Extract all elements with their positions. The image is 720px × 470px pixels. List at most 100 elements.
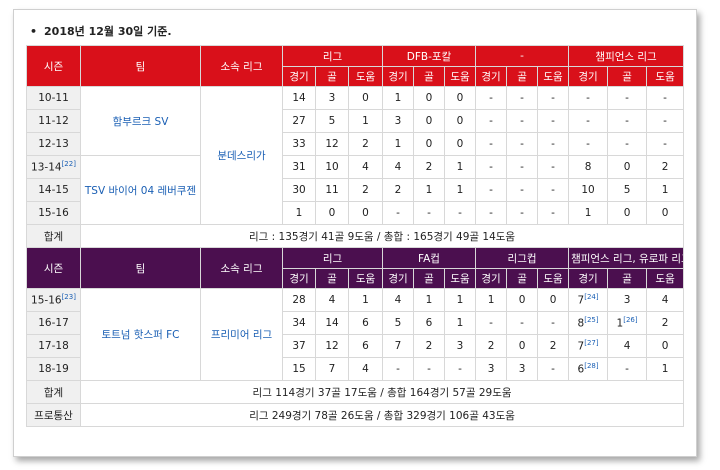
season-cell: 17-18 <box>26 334 81 358</box>
stat-cell: 1 <box>443 178 477 202</box>
col-subheader: 경기 <box>282 268 316 289</box>
stat-cell: 0 <box>646 201 685 225</box>
stat-cell: 3 <box>315 86 349 110</box>
stat-cell: 2 <box>413 155 445 179</box>
stat-cell: 6 <box>348 311 383 335</box>
stat-cell: 2 <box>475 334 508 358</box>
stat-cell: - <box>537 86 570 110</box>
stat-cell: 1 <box>282 201 316 225</box>
team-link[interactable]: 토트넘 핫스퍼 FC <box>80 288 201 381</box>
stat-cell: 0 <box>315 201 349 225</box>
stat-cell: 4 <box>315 288 349 312</box>
header-row: 시즌 팀 소속 리그 리그 DFB-포칼 - 챔피언스 리그 <box>26 45 685 87</box>
season-cell: 14-15 <box>26 178 81 202</box>
stat-cell: 4 <box>607 334 648 358</box>
stat-cell: 37 <box>282 334 316 358</box>
stat-cell: - <box>382 357 414 381</box>
col-subheader: 도움 <box>646 268 685 289</box>
col-subheader: 골 <box>413 268 445 289</box>
season-cell: 15-16[23] <box>26 288 81 312</box>
stat-cell: 5 <box>607 178 648 202</box>
stat-cell: 0 <box>413 132 445 156</box>
reference-link[interactable]: [23] <box>62 293 76 301</box>
stat-cell: 11 <box>315 178 349 202</box>
col-subheader: 골 <box>506 268 539 289</box>
stat-cell: 3 <box>475 357 508 381</box>
stat-cell: 2 <box>646 311 685 335</box>
reference-date-note: 2018년 12월 30일 기준. <box>30 23 172 39</box>
team-link[interactable]: TSV 바이어 04 레버쿠젠 <box>80 155 201 225</box>
col-header-season: 시즌 <box>26 45 81 87</box>
reference-link[interactable]: [25] <box>584 316 598 324</box>
reference-link[interactable]: [28] <box>584 362 598 370</box>
stat-cell: - <box>506 86 539 110</box>
stat-cell: 10 <box>315 155 349 179</box>
career-summary: 리그 249경기 78골 26도움 / 총합 329경기 106골 43도움 <box>79 403 685 427</box>
col-subheader: 도움 <box>646 66 685 87</box>
stat-cell: 2 <box>413 334 445 358</box>
stat-cell: 2 <box>348 132 383 156</box>
stat-cell: 0 <box>506 288 539 312</box>
league-link[interactable]: 분데스리가 <box>200 86 283 225</box>
stat-cell: 0 <box>506 334 539 358</box>
stat-cell: 0 <box>646 334 685 358</box>
reference-link[interactable]: [27] <box>584 339 598 347</box>
col-group-header: 리그 <box>282 45 383 67</box>
total-label: 합계 <box>26 380 81 404</box>
stat-cell: 0 <box>607 155 648 179</box>
stat-cell: - <box>607 86 648 110</box>
reference-link[interactable]: [26] <box>623 316 637 324</box>
team-link[interactable]: 함부르크 SV <box>80 86 201 156</box>
stat-cell: - <box>568 132 609 156</box>
stat-cell: - <box>443 357 477 381</box>
stat-cell: 0 <box>607 201 648 225</box>
col-subheader: 골 <box>315 66 349 87</box>
reference-link[interactable]: [24] <box>584 293 598 301</box>
stat-cell: 6 <box>413 311 445 335</box>
stat-cell: 12 <box>315 334 349 358</box>
col-header-season: 시즌 <box>26 247 81 289</box>
stat-cell: 5 <box>382 311 414 335</box>
col-subheader: 도움 <box>348 268 383 289</box>
table-row: 15-16[23] 토트넘 핫스퍼 FC 프리미어 리그 28 4 1 4 1 1 1 0 0 7[24… <box>26 288 685 381</box>
stat-cell: 1 <box>443 155 477 179</box>
stat-cell: 4 <box>348 357 383 381</box>
stat-cell: 1 <box>646 178 685 202</box>
stat-cell: - <box>475 311 508 335</box>
stat-cell: 3 <box>506 357 539 381</box>
col-group-header: FA컵 <box>381 247 477 269</box>
stat-cell: - <box>607 109 648 133</box>
stat-cell: - <box>646 109 685 133</box>
league-link[interactable]: 프리미어 리그 <box>200 288 283 381</box>
reference-link[interactable]: [22] <box>62 160 76 168</box>
col-subheader: 도움 <box>443 268 477 289</box>
stat-cell: 1 <box>443 288 477 312</box>
header-row: 시즌 팀 소속 리그 리그 FA컵 리그컵 챔피언스 리그, 유로파 리그 <box>26 247 685 289</box>
stat-cell: 1 <box>413 288 445 312</box>
total-label: 합계 <box>26 224 81 248</box>
stat-cell: 1 <box>568 201 609 225</box>
col-subheader: 골 <box>315 268 349 289</box>
stat-cell: 30 <box>282 178 316 202</box>
stat-cell: 1 <box>413 178 445 202</box>
stat-cell: 3 <box>382 109 414 133</box>
stat-cell: 1 <box>348 288 383 312</box>
stat-cell: 1 <box>443 311 477 335</box>
stat-cell: - <box>506 109 539 133</box>
stat-cell: - <box>506 201 539 225</box>
stat-cell: 0 <box>348 201 383 225</box>
stat-cell: 3 <box>443 334 477 358</box>
stat-cell: 27 <box>282 109 316 133</box>
stat-cell: 6 <box>348 334 383 358</box>
total-summary: 리그 114경기 37골 17도움 / 총합 164경기 57골 29도움 <box>79 380 685 404</box>
stat-cell: - <box>475 109 508 133</box>
career-label: 프로통산 <box>26 403 81 427</box>
stat-cell: - <box>607 132 648 156</box>
stat-cell: 1 <box>348 109 383 133</box>
stat-cell: 12 <box>315 132 349 156</box>
stat-cell: 1 <box>646 357 685 381</box>
col-group-header: 리그컵 <box>475 247 570 269</box>
stat-cell: 1 <box>475 288 508 312</box>
stat-cell: 15 <box>282 357 316 381</box>
stat-cell: 14 <box>282 86 316 110</box>
